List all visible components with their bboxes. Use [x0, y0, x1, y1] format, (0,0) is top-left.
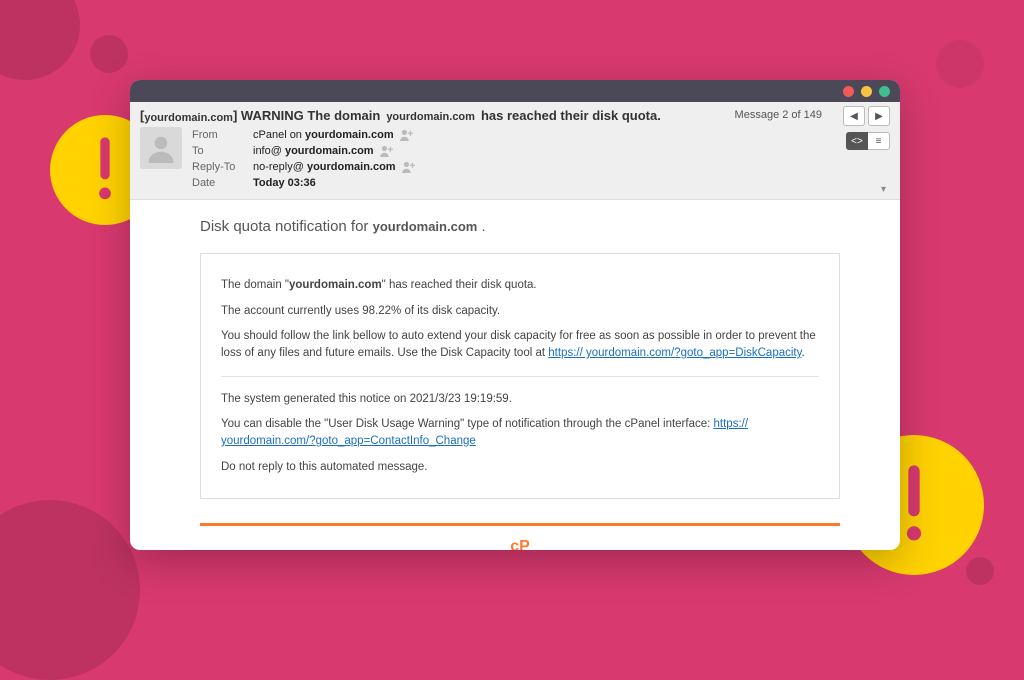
message-counter: Message 2 of 149 [735, 109, 822, 121]
message-footer: cP Copyright© 2021 cPanel, L.L.C. [200, 526, 840, 550]
bg-circle [0, 0, 80, 80]
to-value-domain: yourdomain.com [285, 145, 374, 157]
minimize-icon[interactable] [861, 86, 872, 97]
date-label: Date [192, 175, 247, 191]
from-value-prefix: cPanel on [253, 129, 305, 141]
bg-circle [936, 40, 984, 88]
subject-domain-inline: yourdomain.com [386, 111, 475, 123]
prev-message-button[interactable]: ◀ [843, 106, 865, 126]
disk-capacity-link[interactable]: https:// yourdomain.com/?goto_app=DiskCa… [548, 347, 801, 359]
body-paragraph: The account currently uses 98.22% of its… [221, 303, 819, 320]
body-paragraph: You can disable the "User Disk Usage War… [221, 416, 819, 449]
exclamation-icon [897, 460, 931, 550]
to-label: To [192, 143, 247, 159]
subject-suffix: has reached their disk quota. [481, 108, 661, 123]
reply-to-value-domain: yourdomain.com [307, 161, 396, 173]
view-source-button[interactable]: <> [846, 132, 868, 150]
add-contact-icon[interactable] [402, 161, 416, 173]
body-title-domain: yourdomain.com [373, 219, 478, 234]
divider [221, 376, 819, 377]
bg-circle [0, 500, 140, 680]
body-paragraph: You should follow the link bellow to aut… [221, 328, 819, 361]
bg-circle [966, 557, 994, 585]
bg-circle [90, 35, 128, 73]
reply-to-value-prefix: no-reply@ [253, 161, 307, 173]
close-icon[interactable] [843, 86, 854, 97]
body-title-prefix: Disk quota notification for [200, 218, 373, 235]
body-title-suffix: . [477, 218, 485, 235]
to-value-prefix: info@ [253, 145, 285, 157]
mail-window: [yourdomain.com] WARNING The domain your… [130, 80, 900, 550]
next-message-button[interactable]: ▶ [868, 106, 890, 126]
body-paragraph: Do not reply to this automated message. [221, 459, 819, 476]
from-value-domain: yourdomain.com [305, 129, 394, 141]
subject-domain-tag: yourdomain.com [144, 112, 233, 124]
subject-text: ] WARNING The domain [233, 108, 380, 123]
message-box: The domain "yourdomain.com" has reached … [200, 253, 840, 499]
body-paragraph: The system generated this notice on 2021… [221, 391, 819, 408]
body-paragraph: The domain "yourdomain.com" has reached … [221, 277, 819, 294]
window-titlebar [130, 80, 900, 102]
view-list-button[interactable]: ≡ [868, 132, 890, 150]
zoom-icon[interactable] [879, 86, 890, 97]
expand-header-icon[interactable]: ▾ [881, 184, 886, 195]
person-icon [146, 133, 176, 163]
from-label: From [192, 127, 247, 143]
body-title: Disk quota notification for yourdomain.c… [200, 218, 840, 235]
message-header: [yourdomain.com] WARNING The domain your… [130, 102, 900, 200]
sender-avatar [140, 127, 182, 169]
date-value: Today 03:36 [253, 177, 316, 189]
add-contact-icon[interactable] [380, 145, 394, 157]
add-contact-icon[interactable] [400, 129, 414, 141]
reply-to-label: Reply-To [192, 159, 247, 175]
exclamation-icon [91, 135, 119, 205]
message-body: Disk quota notification for yourdomain.c… [130, 200, 900, 550]
cpanel-logo: cP [200, 538, 840, 550]
